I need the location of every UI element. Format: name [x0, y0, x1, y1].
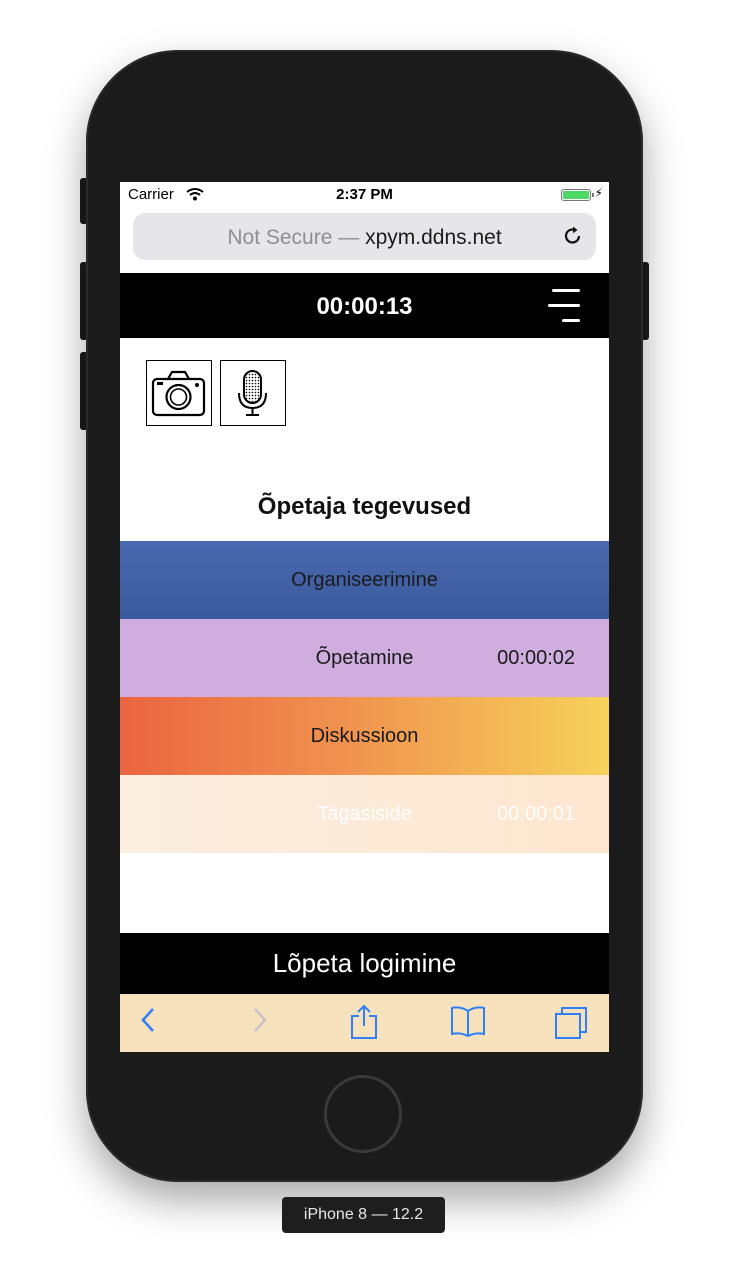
- session-timer: 00:00:13: [316, 293, 413, 320]
- section-title: Õpetaja tegevused: [257, 493, 472, 520]
- activity-label: Organiseerimine: [291, 569, 438, 591]
- address-bar[interactable]: Not Secure — xpym.ddns.net: [133, 213, 596, 260]
- menu-icon[interactable]: [548, 288, 584, 324]
- camera-button[interactable]: [146, 360, 212, 426]
- activity-time: 00:00:02: [497, 647, 575, 669]
- activity-tagasiside[interactable]: Tagasiside 00:00:01: [120, 775, 609, 853]
- back-icon[interactable]: [138, 1004, 160, 1041]
- url-text[interactable]: Not Secure — xpym.ddns.net: [133, 226, 596, 250]
- forward-icon[interactable]: [248, 1004, 270, 1041]
- finish-logging-button[interactable]: Lõpeta logimine: [120, 933, 609, 994]
- device-label: iPhone 8 — 12.2: [282, 1197, 445, 1233]
- share-icon[interactable]: [349, 1004, 379, 1045]
- tabs-icon[interactable]: [554, 1004, 590, 1045]
- bookmarks-icon[interactable]: [450, 1004, 486, 1043]
- status-bar: Carrier 2:37 PM ⚡: [120, 182, 609, 208]
- activity-opetamine[interactable]: Õpetamine 00:00:02: [120, 619, 609, 697]
- microphone-icon: [238, 370, 267, 416]
- camera-icon: [151, 370, 206, 417]
- microphone-button[interactable]: [220, 360, 286, 426]
- battery-icon: [561, 189, 594, 201]
- browser-toolbar: [120, 994, 609, 1052]
- app-header: 00:00:13: [120, 273, 609, 338]
- activity-organiseerimine[interactable]: Organiseerimine: [120, 541, 609, 619]
- activity-diskussioon[interactable]: Diskussioon: [120, 697, 609, 775]
- url-domain: xpym.ddns.net: [365, 226, 502, 249]
- status-clock: 2:37 PM: [336, 186, 393, 203]
- activity-time: 00:00:01: [497, 803, 575, 825]
- reload-icon[interactable]: [562, 225, 584, 252]
- home-button[interactable]: [324, 1075, 402, 1153]
- activity-label: Diskussioon: [310, 725, 419, 747]
- not-secure-label: Not Secure —: [227, 226, 360, 249]
- phone-screen: Carrier 2:37 PM ⚡ Not Secure — xpym.ddns…: [120, 182, 609, 1052]
- charging-icon: ⚡: [594, 186, 603, 200]
